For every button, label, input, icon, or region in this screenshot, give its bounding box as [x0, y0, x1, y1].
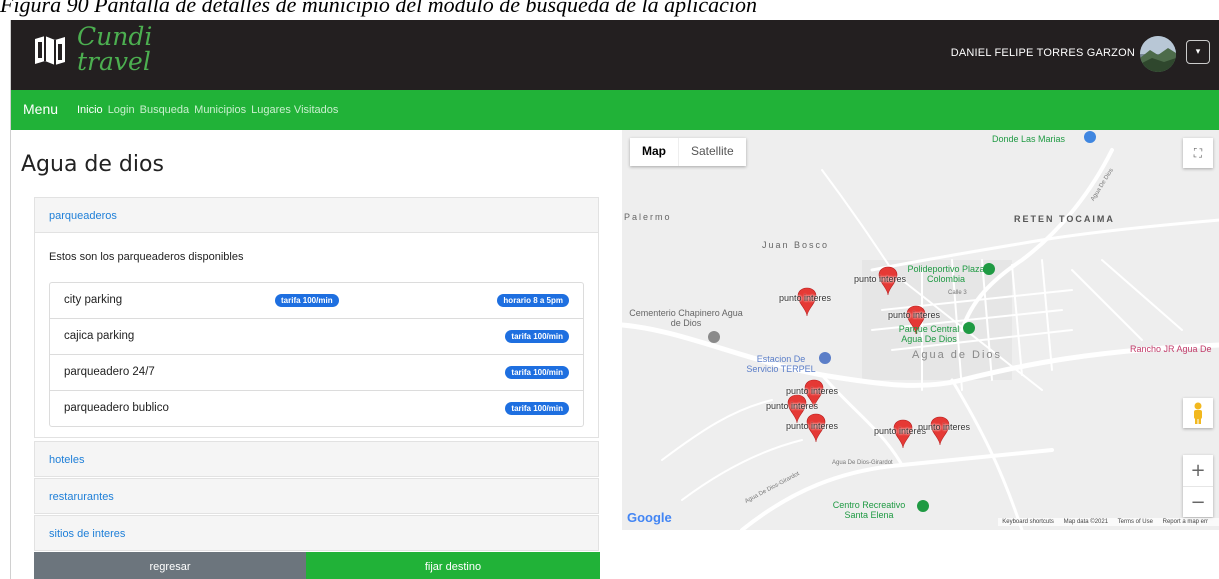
rate-badge: tarifa 100/min — [505, 366, 569, 379]
marker-label: punto interes — [854, 274, 907, 284]
rate-badge: tarifa 100/min — [505, 402, 569, 415]
zoom-in-button[interactable]: + — [1183, 455, 1213, 487]
map-label-juan-bosco: Juan Bosco — [762, 240, 830, 250]
map-type-satellite-button[interactable]: Satellite — [679, 138, 746, 166]
back-button[interactable]: regresar — [34, 552, 306, 579]
map-label-reten-tocaima: RETEN TOCAIMA — [1014, 214, 1115, 224]
map-label-rancho[interactable]: Rancho JR Agua De — [1130, 344, 1212, 354]
caret-down-icon: ▾ — [1195, 47, 1201, 57]
google-logo[interactable]: Google — [627, 510, 672, 525]
marker-label: punto interes — [786, 386, 839, 396]
list-item[interactable]: parqueadero 24/7 tarifa 100/min — [50, 355, 583, 391]
zoom-control: + − — [1183, 455, 1213, 517]
accordion-body-parqueaderos: Estos son los parqueaderos disponibles c… — [34, 233, 599, 438]
nav-link-municipios[interactable]: Municipios — [194, 104, 246, 116]
report-map-error-link[interactable]: Report a map err — [1163, 519, 1208, 525]
list-item-name: cajica parking — [64, 330, 135, 342]
marker-label: punto interes — [779, 293, 832, 303]
list-item[interactable]: cajica parking tarifa 100/min — [50, 319, 583, 355]
nav-link-login[interactable]: Login — [108, 104, 135, 116]
fullscreen-icon: ⛶ — [1193, 146, 1203, 160]
accordion-header-parqueaderos[interactable]: parqueaderos — [34, 197, 599, 233]
map-road-label: Calle 3 — [948, 290, 967, 296]
map-poi-centro-recreativo[interactable]: Centro Recreativo Santa Elena — [820, 500, 918, 520]
schedule-badge: horario 8 a 5pm — [497, 294, 569, 307]
logo-text-line2: travel — [77, 47, 151, 76]
nav-link-inicio[interactable]: Inicio — [77, 104, 103, 116]
logo-text-line1: Cundi — [77, 22, 153, 51]
map-poi-polideportivo[interactable]: Polideportivo Plaza Colombia — [906, 264, 986, 284]
map-footer: Keyboard shortcuts Map data ©2021 Terms … — [998, 518, 1219, 526]
nav-link-busqueda[interactable]: Busqueda — [140, 104, 190, 116]
map-data-text: Map data ©2021 — [1063, 519, 1109, 525]
fullscreen-button[interactable]: ⛶ — [1183, 138, 1213, 168]
logo-text[interactable]: Cundi travel — [77, 24, 152, 74]
street-view-button[interactable] — [1183, 398, 1213, 428]
app-window: Cundi travel DANIEL FELIPE TORRES GARZON… — [10, 20, 1219, 579]
rate-badge: tarifa 100/min — [505, 330, 569, 343]
marker-label: punto interes — [888, 310, 941, 320]
nav-links: Inicio Login Busqueda Municipios Lugares… — [77, 104, 343, 116]
avatar[interactable] — [1140, 36, 1176, 72]
set-destination-button[interactable]: fijar destino — [306, 552, 600, 579]
pegman-icon — [1194, 402, 1202, 424]
avatar-image — [1140, 36, 1176, 72]
rate-badge: tarifa 100/min — [275, 294, 339, 307]
top-header: Cundi travel DANIEL FELIPE TORRES GARZON… — [11, 20, 1219, 90]
keyboard-shortcuts-link[interactable]: Keyboard shortcuts — [1002, 519, 1054, 525]
accordion-header-hoteles[interactable]: hoteles — [34, 441, 599, 477]
map-poi-donde-las-marias[interactable]: Donde Las Marias — [992, 134, 1065, 144]
list-item-name: city parking — [64, 294, 123, 306]
map-type-control: Map Satellite — [630, 138, 746, 166]
marker-label: punto interes — [766, 401, 819, 411]
user-dropdown-button[interactable]: ▾ — [1186, 40, 1210, 64]
map-logo-icon — [35, 36, 65, 65]
navbar: Menu Inicio Login Busqueda Municipios Lu… — [11, 90, 1219, 130]
accordion-description: Estos son los parqueaderos disponibles — [49, 251, 244, 263]
map-poi-parque-central[interactable]: Parque Central Agua De Dios — [894, 324, 964, 344]
accordion-header-restaurantes[interactable]: restarurantes — [34, 478, 599, 514]
list-item-name: parqueadero bublico — [64, 402, 169, 414]
map-label-palermo: Palermo — [624, 212, 672, 222]
zoom-out-button[interactable]: − — [1183, 487, 1213, 518]
accordion-header-sitios-de-interes[interactable]: sitios de interes — [34, 515, 599, 551]
page-title: Agua de dios — [21, 152, 164, 177]
parking-list: city parking tarifa 100/min horario 8 a … — [49, 282, 584, 427]
nav-link-lugares-visitados[interactable]: Lugares Visitados — [251, 104, 338, 116]
map-type-map-button[interactable]: Map — [630, 138, 679, 166]
list-item[interactable]: city parking tarifa 100/min horario 8 a … — [50, 283, 583, 319]
marker-label: punto interes — [918, 422, 971, 432]
figure-caption: Figura 90 Pantalla de detalles de munici… — [0, 0, 758, 17]
user-name[interactable]: DANIEL FELIPE TORRES GARZON — [951, 47, 1135, 59]
map-label-terpel[interactable]: Estacion De Servicio TERPEL — [740, 354, 822, 374]
map-label-agua-de-dios: Agua de Dios — [912, 349, 1003, 361]
list-item[interactable]: parqueadero bublico tarifa 100/min — [50, 391, 583, 426]
marker-label: punto interes — [786, 421, 839, 431]
terms-of-use-link[interactable]: Terms of Use — [1118, 519, 1153, 525]
list-item-name: parqueadero 24/7 — [64, 366, 155, 378]
map-label-cementerio[interactable]: Cementerio Chapinero Agua de Dios — [626, 308, 746, 328]
map-view[interactable]: Palermo Juan Bosco RETEN TOCAIMA Agua de… — [622, 130, 1219, 530]
nav-brand[interactable]: Menu — [23, 101, 58, 117]
map-road-label: Agua De Dios-Girardot — [832, 460, 893, 466]
